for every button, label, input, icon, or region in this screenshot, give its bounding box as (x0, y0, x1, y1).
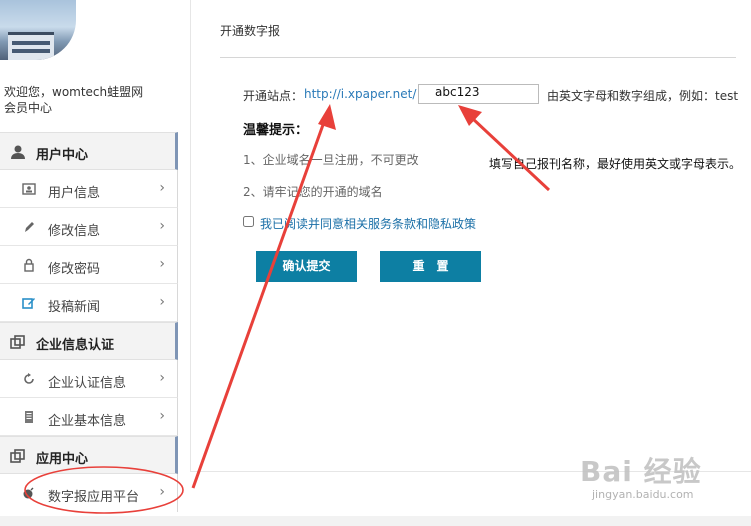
edit-icon (22, 296, 36, 310)
submit-button[interactable]: 确认提交 (256, 251, 357, 282)
welcome-block: 欢迎您，womtech蛙盟网 会员中心 (4, 84, 174, 116)
sidebar-item-label: 投稿新闻 (48, 300, 101, 315)
sidebar: 欢迎您，womtech蛙盟网 会员中心 用户中心 用户信息 › 修改信息 › 修… (0, 0, 180, 516)
sidebar-item-label: 修改信息 (48, 224, 101, 239)
title-divider (220, 57, 736, 58)
bomb-icon (22, 486, 36, 500)
sidebar-item-user-info[interactable]: 用户信息 › (0, 170, 178, 208)
watermark-logo: Bai 经验 (580, 455, 702, 488)
section-enterprise-cert: 企业信息认证 (0, 322, 178, 360)
tip-item: 2、请牢记您的开通的域名 (243, 185, 383, 199)
id-card-icon (22, 182, 36, 196)
site-name-input[interactable] (418, 84, 539, 104)
copy-icon (10, 448, 26, 464)
sidebar-item-submit-news[interactable]: 投稿新闻 › (0, 284, 178, 322)
baidu-watermark: Bai 经验 jingyan.baidu.com (572, 448, 748, 518)
pencil-icon (22, 220, 36, 234)
sidebar-item-change-password[interactable]: 修改密码 › (0, 246, 178, 284)
site-hint: 由英文字母和数字组成，例如：test (547, 89, 739, 103)
sidebar-item-label: 用户信息 (48, 186, 101, 201)
page-title: 开通数字报 (220, 24, 281, 38)
agree-checkbox[interactable] (243, 216, 254, 227)
watermark-url: jingyan.baidu.com (592, 488, 694, 501)
chevron-right-icon: › (159, 408, 165, 424)
site-label: 开通站点： (243, 89, 304, 103)
chevron-right-icon: › (159, 180, 165, 196)
annotation-note: 填写自己报刊名称，最好使用英文或字母表示。 (489, 157, 742, 171)
chevron-right-icon: › (159, 294, 165, 310)
chevron-right-icon: › (159, 484, 165, 500)
copy-icon (10, 334, 26, 350)
chevron-right-icon: › (159, 256, 165, 272)
sidebar-item-label: 企业认证信息 (48, 376, 127, 391)
main-panel: 开通数字报 开通站点： http://i.xpaper.net/ 由英文字母和数… (190, 0, 751, 472)
sidebar-item-label: 企业基本信息 (48, 414, 127, 429)
user-icon (10, 144, 26, 160)
section-label: 应用中心 (36, 452, 89, 467)
chevron-right-icon: › (159, 370, 165, 386)
sidebar-item-digital-paper[interactable]: 数字报应用平台 › (0, 474, 178, 512)
agree-text[interactable]: 我已阅读并同意相关服务条款和隐私政策 (260, 215, 476, 232)
tip-item: 1、企业域名一旦注册，不可更改 (243, 153, 419, 167)
sidebar-item-cert-info[interactable]: 企业认证信息 › (0, 360, 178, 398)
sidebar-item-label: 修改密码 (48, 262, 101, 277)
refresh-icon (22, 372, 36, 386)
lock-icon (22, 258, 36, 272)
section-label: 企业信息认证 (36, 338, 115, 353)
reset-button[interactable]: 重 置 (380, 251, 481, 282)
welcome-text: 欢迎您，womtech蛙盟网 (4, 85, 144, 99)
site-url-prefix: http://i.xpaper.net/ (304, 87, 417, 101)
section-label: 用户中心 (36, 148, 89, 163)
chevron-right-icon: › (159, 218, 165, 234)
avatar[interactable] (0, 0, 76, 60)
document-icon (22, 410, 36, 424)
sidebar-item-basic-info[interactable]: 企业基本信息 › (0, 398, 178, 436)
tips-title: 温馨提示： (243, 123, 309, 138)
member-center-link[interactable]: 会员中心 (4, 100, 174, 116)
sidebar-item-edit-info[interactable]: 修改信息 › (0, 208, 178, 246)
section-app-center: 应用中心 (0, 436, 178, 474)
section-user-center: 用户中心 (0, 132, 178, 170)
sidebar-item-label: 数字报应用平台 (48, 490, 140, 505)
